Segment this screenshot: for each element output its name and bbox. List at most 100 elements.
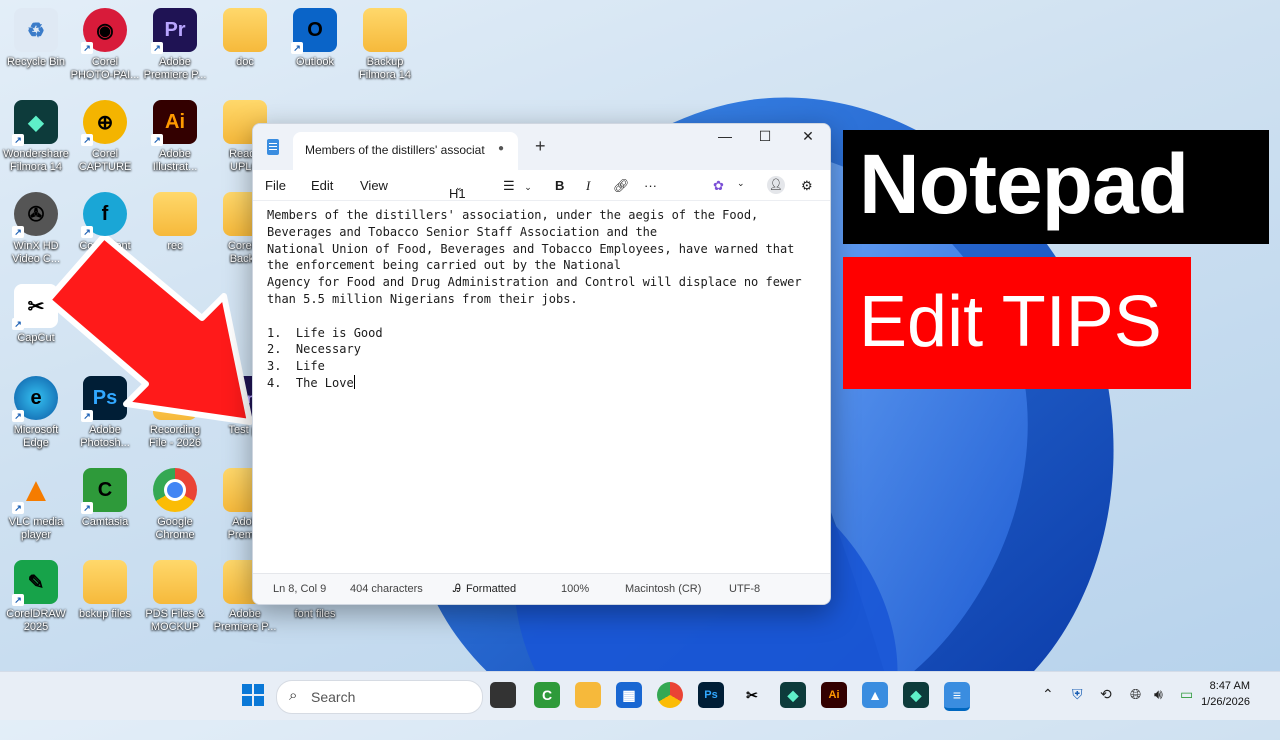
title-bar[interactable]: Members of the distillers' associat ● + … — [253, 124, 830, 170]
desktop-icon-adobe-premiere[interactable]: Pr ↗ Adobe Premiere P... — [139, 8, 211, 82]
search-icon: ⌕ — [289, 687, 298, 704]
capcut-taskbar-icon[interactable]: ✂ — [739, 682, 765, 708]
task-view-icon[interactable] — [490, 682, 516, 708]
security-shield-icon[interactable]: ⛨ — [1072, 686, 1083, 703]
windows-logo-icon — [242, 684, 264, 706]
desktop-icon-recycle-bin[interactable]: ♻ Recycle Bin — [0, 8, 72, 69]
desktop-icon-pds-files[interactable]: PDS Files & MOCKUP — [139, 560, 211, 634]
document-text: Members of the distillers' association, … — [267, 208, 802, 390]
corel-capture-icon: ⊕ ↗ — [81, 100, 127, 146]
account-icon[interactable]: 👤︎ — [767, 176, 785, 194]
copilot-icon[interactable]: ✿ — [713, 178, 724, 194]
folder-icon — [363, 8, 407, 52]
chrome-taskbar-icon[interactable] — [657, 682, 683, 708]
notepad-window[interactable]: Members of the distillers' associat ● + … — [252, 123, 831, 605]
desktop-icon-wondershare-filmora[interactable]: ◆ ↗ Wondershare Filmora 14 — [0, 100, 72, 174]
photoshop-taskbar-icon[interactable]: Ps — [698, 682, 724, 708]
chrome-icon — [153, 468, 197, 512]
formatted-icon: Ꭿ — [453, 583, 461, 595]
title-banner: Notepad — [843, 130, 1269, 244]
list-dropdown[interactable]: ☰ ⌄ — [503, 178, 532, 194]
battery-icon[interactable]: ▭ — [1180, 686, 1193, 703]
taskbar-search[interactable]: ⌕ Search — [276, 680, 483, 714]
heading-dropdown[interactable]: H1 ⌄ — [449, 178, 466, 201]
chevron-down-icon[interactable]: ⌄ — [737, 178, 745, 189]
character-count: 404 characters — [350, 583, 423, 595]
desktop-icon-vlc[interactable]: ▲ ↗ VLC media player — [0, 468, 72, 542]
status-bar: Ln 8, Col 9 404 characters Ꭿ Formatted 10… — [253, 573, 830, 604]
desktop-icon-camtasia[interactable]: C ↗ Camtasia — [69, 468, 141, 529]
filmora-icon: ◆ ↗ — [12, 100, 58, 146]
unsaved-dot-icon[interactable]: ● — [498, 143, 504, 154]
premiere-pro-icon: Pr ↗ — [151, 8, 197, 54]
network-globe-icon[interactable]: 🌐︎ — [1130, 686, 1141, 703]
link-icon[interactable]: 🔗︎ — [613, 178, 630, 194]
show-hidden-icons-chevron-icon[interactable]: ⌃ — [1042, 686, 1054, 703]
bold-button[interactable]: B — [555, 178, 564, 193]
camtasia-taskbar-icon[interactable]: C — [534, 682, 560, 708]
more-options-button[interactable]: ··· — [644, 178, 657, 193]
search-placeholder: Search — [311, 689, 356, 705]
camtasia-icon: C ↗ — [81, 468, 127, 514]
sync-icon[interactable]: ⟲ — [1100, 686, 1112, 703]
volume-icon[interactable]: 🔊︎ — [1154, 686, 1163, 703]
bullet-list-icon: ☰ — [503, 178, 515, 193]
chevron-down-icon: ⌄ — [524, 182, 532, 192]
illustrator-icon: Ai ↗ — [151, 100, 197, 146]
folder-icon — [153, 560, 197, 604]
desktop-icon-outlook[interactable]: O ↗ Outlook — [279, 8, 351, 69]
file-explorer-icon[interactable] — [575, 682, 601, 708]
red-arrow-graphic — [45, 236, 253, 425]
desktop-icon-backup-filmora[interactable]: Backup Filmora 14 — [349, 8, 421, 82]
menu-bar: File Edit View H1 ⌄ ☰ ⌄ B I 🔗︎ ··· ✿ ⌄ 👤… — [253, 170, 830, 201]
filmora-alt-taskbar-icon[interactable]: ◆ — [903, 682, 929, 708]
corel-photo-paint-icon: ◉ ↗ — [81, 8, 127, 54]
folder-icon — [83, 560, 127, 604]
tab-title: Members of the distillers' associat — [305, 143, 485, 157]
coreldraw-icon: ✎ ↗ — [12, 560, 58, 606]
text-editor[interactable]: Members of the distillers' association, … — [267, 207, 824, 392]
heading-label: H1 — [449, 186, 466, 201]
desktop-icon-google-chrome[interactable]: Google Chrome — [139, 468, 211, 542]
desktop-icon-adobe-illustrator[interactable]: Ai ↗ Adobe Illustrat... — [139, 100, 211, 174]
store-icon[interactable]: ▦ — [616, 682, 642, 708]
banner-title: Notepad — [859, 137, 1189, 231]
new-tab-button[interactable]: + — [535, 136, 546, 157]
close-button[interactable]: ✕ — [793, 128, 823, 145]
desktop-icon-doc[interactable]: doc — [209, 8, 281, 69]
italic-button[interactable]: I — [586, 178, 590, 194]
filmora-taskbar-icon[interactable]: ◆ — [780, 682, 806, 708]
encoding[interactable]: UTF-8 — [729, 583, 760, 595]
desktop-icon-corel-photo-paint[interactable]: ◉ ↗ Corel PHOTO-PAI... — [69, 8, 141, 82]
maximize-button[interactable]: ☐ — [750, 128, 780, 145]
desktop-icon-backup-files[interactable]: bckup files — [69, 560, 141, 621]
format-status[interactable]: Ꭿ Formatted — [453, 583, 516, 596]
banner-subtitle: Edit TIPS — [859, 282, 1162, 362]
format-label: Formatted — [465, 583, 517, 595]
photos-icon[interactable]: ▲ — [862, 682, 888, 708]
minimize-button[interactable]: — — [710, 128, 740, 144]
menu-file[interactable]: File — [265, 178, 286, 193]
menu-view[interactable]: View — [360, 178, 388, 193]
menu-edit[interactable]: Edit — [311, 178, 333, 193]
start-button[interactable] — [240, 682, 266, 708]
settings-gear-icon[interactable]: ⚙ — [801, 178, 813, 194]
recycle-bin-icon: ♻ — [14, 8, 58, 52]
notepad-taskbar-icon[interactable]: ≡ — [944, 682, 970, 711]
illustrator-taskbar-icon[interactable]: Ai — [821, 682, 847, 708]
desktop-icon-corel-capture[interactable]: ⊕ ↗ Corel CAPTURE — [69, 100, 141, 174]
line-ending[interactable]: Macintosh (CR) — [625, 583, 701, 595]
text-caret — [353, 374, 355, 389]
clock-time: 8:47 AM — [1209, 680, 1250, 692]
subtitle-banner: Edit TIPS — [843, 257, 1191, 389]
desktop-icon-coreldraw[interactable]: ✎ ↗ CorelDRAW 2025 — [0, 560, 72, 634]
tab-document[interactable]: Members of the distillers' associat ● — [293, 132, 518, 170]
taskbar: ⌕ Search C ▦ Ps ✂ ◆ Ai ▲ ◆ ≡ ⌃ ⛨ ⟲ 🌐︎ 🔊︎… — [0, 671, 1280, 720]
system-clock[interactable]: 8:47 AM 1/26/2026 — [1201, 678, 1250, 710]
folder-icon — [223, 8, 267, 52]
cursor-position: Ln 8, Col 9 — [273, 583, 327, 595]
notepad-app-icon — [267, 139, 279, 155]
vlc-cone-icon: ▲ ↗ — [12, 468, 58, 514]
zoom-level[interactable]: 100% — [561, 583, 589, 595]
film-reel-icon: ✇ ↗ — [12, 192, 58, 238]
